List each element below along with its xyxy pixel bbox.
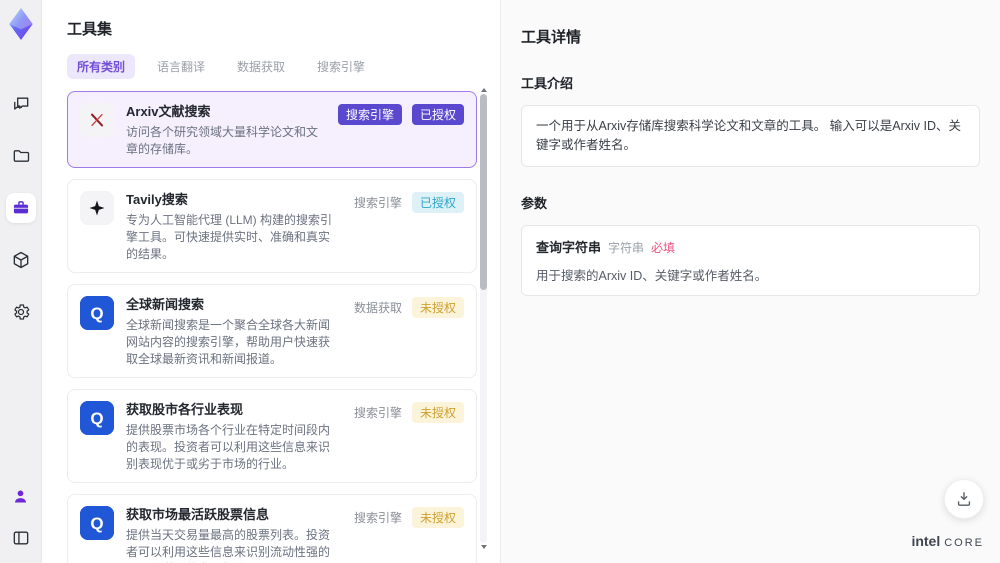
tool-card-stock-industry[interactable]: Q 获取股市各行业表现 提供股票市场各个行业在特定时间段内的表现。投资者可以利用… <box>67 389 477 484</box>
intro-text: 一个用于从Arxiv存储库搜索科学论文和文章的工具。 输入可以是Arxiv ID… <box>536 119 962 152</box>
app-logo <box>4 7 38 41</box>
nav-user[interactable] <box>6 481 36 511</box>
tool-description: 提供股票市场各个行业在特定时间段内的表现。投资者可以利用这些信息来识别表现优于或… <box>126 423 331 472</box>
category-label: 搜索引擎 <box>353 406 402 421</box>
intel-core-logo: intel CORE <box>911 533 984 549</box>
param-description: 用于搜索的Arxiv ID、关键字或作者姓名。 <box>536 268 768 283</box>
detail-title: 工具详情 <box>521 29 582 46</box>
nav-packages[interactable] <box>6 245 36 275</box>
auth-status-badge: 未授权 <box>411 507 464 529</box>
auth-status-badge: 未授权 <box>411 402 464 424</box>
rail-nav <box>5 89 36 327</box>
tool-description: 全球新闻搜索是一个聚合全球各大新闻网站内容的搜索引擎，帮助用户快速获取全球最新资… <box>126 318 331 367</box>
intel-logo-text: intel <box>911 533 941 549</box>
param-required-badge: 必填 <box>651 240 676 255</box>
tool-detail-panel: 工具详情 工具介绍 一个用于从Arxiv存储库搜索科学论文和文章的工具。 输入可… <box>500 0 1000 563</box>
scrollbar-up-arrow[interactable] <box>481 88 487 92</box>
tool-description: 访问各个研究领域大量科学论文和文章的存储库。 <box>126 125 319 157</box>
core-logo-text: CORE <box>944 537 984 549</box>
tool-description: 提供当天交易量最高的股票列表。投资者可以利用这些信息来识别流动性强的股票和潜在的… <box>126 528 331 563</box>
arxiv-icon <box>80 103 114 137</box>
nav-files[interactable] <box>6 141 36 171</box>
auth-status-badge: 已授权 <box>411 192 464 214</box>
params-section-title: 参数 <box>521 195 548 211</box>
param-name: 查询字符串 <box>536 239 602 255</box>
scrollbar-down-arrow[interactable] <box>481 545 487 549</box>
nav-settings[interactable] <box>6 297 36 327</box>
app-window: 工具集 所有类别 语言翻译 数据获取 搜索引擎 Arxiv文献搜索 访问各个研究… <box>0 0 1000 563</box>
nav-toggle-panel[interactable] <box>6 523 36 553</box>
user-icon <box>11 487 30 506</box>
toolbox-icon <box>11 198 31 218</box>
category-badge: 搜索引擎 <box>337 104 402 125</box>
icon-rail <box>0 0 42 563</box>
tool-card-global-news[interactable]: Q 全球新闻搜索 全球新闻搜索是一个聚合全球各大新闻网站内容的搜索引擎，帮助用户… <box>67 284 477 379</box>
nav-chat[interactable] <box>6 89 36 119</box>
stock-search-icon: Q <box>80 506 114 541</box>
tool-card-arxiv[interactable]: Arxiv文献搜索 访问各个研究领域大量科学论文和文章的存储库。 搜索引擎 已授… <box>67 91 477 169</box>
category-label: 搜索引擎 <box>353 511 402 526</box>
nav-tools[interactable] <box>5 193 36 223</box>
tool-name: Tavily搜索 <box>126 192 188 208</box>
category-label: 搜索引擎 <box>353 196 402 211</box>
category-label: 数据获取 <box>353 301 402 316</box>
folder-icon <box>11 146 31 166</box>
tavily-star-icon <box>80 191 114 226</box>
download-icon <box>954 489 974 509</box>
tool-name: 获取市场最活跃股票信息 <box>126 507 270 523</box>
tool-card-active-stocks[interactable]: Q 获取市场最活跃股票信息 提供当天交易量最高的股票列表。投资者可以利用这些信息… <box>67 494 477 563</box>
settings-icon <box>11 302 31 322</box>
svg-text:Q: Q <box>90 514 103 533</box>
package-icon <box>11 250 31 270</box>
news-search-icon: Q <box>80 296 114 331</box>
svg-text:Q: Q <box>90 409 103 428</box>
intro-section-title: 工具介绍 <box>521 76 574 91</box>
auth-status-badge: 已授权 <box>411 104 464 125</box>
tab-all-categories[interactable]: 所有类别 <box>67 54 136 79</box>
tool-name: 获取股市各行业表现 <box>126 402 244 418</box>
scrollbar-thumb[interactable] <box>480 94 487 290</box>
tool-list: Arxiv文献搜索 访问各个研究领域大量科学论文和文章的存储库。 搜索引擎 已授… <box>67 91 477 563</box>
svg-text:Q: Q <box>90 304 103 323</box>
list-scrollbar <box>480 88 487 549</box>
tool-name: 全球新闻搜索 <box>126 297 205 313</box>
download-button[interactable] <box>944 479 984 519</box>
tool-name: Arxiv文献搜索 <box>126 104 211 119</box>
panel-icon <box>11 528 31 548</box>
tool-description: 专为人工智能代理 (LLM) 构建的搜索引擎工具。可快速提供实时、准确和真实的结… <box>126 213 333 262</box>
auth-status-badge: 未授权 <box>411 297 464 319</box>
tab-data-fetching[interactable]: 数据获取 <box>227 54 295 79</box>
scrollbar-track[interactable] <box>480 94 487 543</box>
stock-search-icon: Q <box>80 401 114 436</box>
tab-language-translation[interactable]: 语言翻译 <box>147 54 215 79</box>
tool-card-tavily[interactable]: Tavily搜索 专为人工智能代理 (LLM) 构建的搜索引擎工具。可快速提供实… <box>67 179 477 274</box>
category-tabs: 所有类别 语言翻译 数据获取 搜索引擎 <box>67 54 477 79</box>
tab-search-engine[interactable]: 搜索引擎 <box>307 54 375 79</box>
intro-card: 一个用于从Arxiv存储库搜索科学论文和文章的工具。 输入可以是Arxiv ID… <box>521 105 980 167</box>
chat-icon <box>11 94 31 114</box>
rail-bottom <box>6 481 36 553</box>
tool-list-panel: 工具集 所有类别 语言翻译 数据获取 搜索引擎 Arxiv文献搜索 访问各个研究… <box>42 0 500 563</box>
param-card: 查询字符串 字符串 必填 用于搜索的Arxiv ID、关键字或作者姓名。 <box>521 224 980 296</box>
param-type: 字符串 <box>608 240 645 255</box>
page-title: 工具集 <box>67 21 113 38</box>
